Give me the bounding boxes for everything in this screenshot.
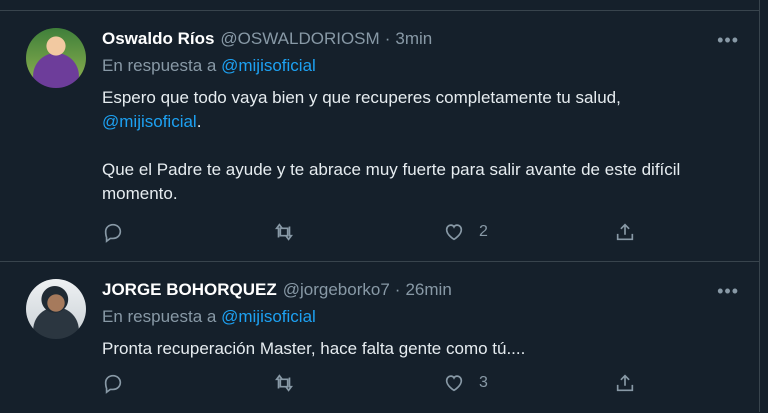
retweet-button[interactable]: [273, 372, 295, 394]
author-handle[interactable]: @OSWALDORIOSM: [220, 28, 379, 50]
tweet-oswaldo-rios[interactable]: Oswaldo Ríos @OSWALDORIOSM · 3min ••• En…: [0, 11, 759, 262]
retweet-icon: [275, 374, 293, 392]
author-name[interactable]: JORGE BOHORQUEZ: [102, 279, 277, 301]
timeline-top-divider: [0, 0, 759, 11]
like-count: 2: [479, 223, 488, 240]
reply-icon: [104, 223, 122, 243]
retweet-button[interactable]: [273, 221, 295, 243]
reply-prefix: En respuesta a: [102, 307, 217, 326]
like-button[interactable]: 2: [443, 221, 488, 243]
tweet-text-period: .: [196, 112, 202, 131]
timeline: Oswaldo Ríos @OSWALDORIOSM · 3min ••• En…: [0, 0, 760, 412]
reply-context: En respuesta a @mijisoficial: [102, 55, 739, 77]
heart-icon: [445, 224, 463, 241]
share-button[interactable]: [614, 372, 636, 394]
author-name[interactable]: Oswaldo Ríos: [102, 28, 214, 50]
tweet-text: Espero que todo vaya bien y que recupere…: [102, 86, 739, 206]
reply-context: En respuesta a @mijisoficial: [102, 306, 739, 328]
tweet-time[interactable]: 3min: [395, 28, 432, 50]
reply-button[interactable]: [102, 372, 124, 394]
mention-link[interactable]: @mijisoficial: [102, 112, 197, 131]
tweet-header: Oswaldo Ríos @OSWALDORIOSM · 3min: [102, 28, 739, 50]
tweet-paragraph-1: Espero que todo vaya bien y que recupere…: [102, 86, 739, 134]
author-handle[interactable]: @jorgeborko7: [283, 279, 390, 301]
more-icon[interactable]: •••: [717, 31, 739, 49]
tweet-header: JORGE BOHORQUEZ @jorgeborko7 · 26min: [102, 279, 739, 301]
separator-dot: ·: [394, 280, 401, 299]
reply-prefix: En respuesta a: [102, 56, 217, 75]
heart-icon: [445, 375, 463, 392]
more-icon[interactable]: •••: [717, 282, 739, 300]
share-icon: [616, 223, 634, 241]
tweet-time[interactable]: 26min: [405, 279, 451, 301]
tweet-text-part: Espero que todo vaya bien y que recupere…: [102, 88, 621, 107]
tweet-paragraph-1: Pronta recuperación Master, hace falta g…: [102, 339, 526, 358]
avatar-jorge-bohorquez[interactable]: [26, 279, 86, 339]
like-button[interactable]: 3: [443, 372, 488, 394]
avatar-oswaldo-rios[interactable]: [26, 28, 86, 88]
reply-button[interactable]: [102, 221, 124, 243]
share-icon: [616, 374, 634, 392]
separator-dot: ·: [384, 29, 391, 48]
reply-icon: [104, 374, 122, 394]
like-count: 3: [479, 374, 488, 391]
share-button[interactable]: [614, 221, 636, 243]
tweet-text: Pronta recuperación Master, hace falta g…: [102, 337, 739, 361]
retweet-icon: [275, 223, 293, 241]
reply-to-link[interactable]: @mijisoficial: [221, 307, 316, 326]
reply-to-link[interactable]: @mijisoficial: [221, 56, 316, 75]
tweet-paragraph-2: Que el Padre te ayude y te abrace muy fu…: [102, 160, 681, 203]
tweet-jorge-bohorquez[interactable]: JORGE BOHORQUEZ @jorgeborko7 · 26min •••…: [0, 262, 759, 413]
